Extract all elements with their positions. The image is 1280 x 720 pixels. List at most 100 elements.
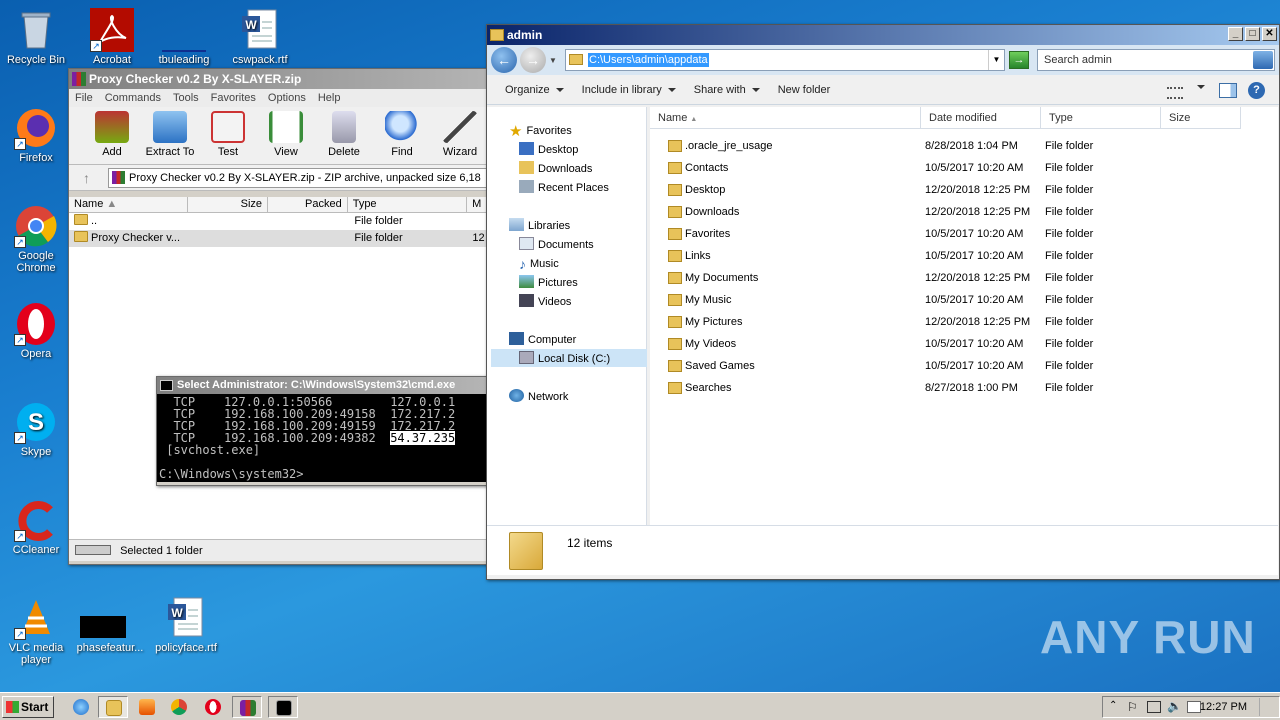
desktop-icon-chrome[interactable]: ↗ Google Chrome (0, 204, 72, 274)
add-button[interactable]: Add (83, 107, 141, 164)
desktop-icon-recycle-bin[interactable]: Recycle Bin (0, 8, 72, 66)
cmd-output[interactable]: TCP 127.0.0.1:50566 127.0.0.1 TCP 192.16… (157, 394, 489, 482)
nav-network[interactable]: Network (509, 388, 568, 406)
forward-button[interactable]: → (520, 47, 546, 73)
desktop-icon-policyface[interactable]: W policyface.rtf (150, 596, 222, 654)
explorer-titlebar[interactable]: admin _ □ ✕ (487, 25, 1279, 45)
tray-expand-icon[interactable]: ⌃ (1109, 700, 1117, 711)
file-row[interactable]: Links 10/5/2017 10:20 AM File folder (650, 245, 1278, 267)
col-type[interactable]: Type (348, 197, 468, 212)
menu-tools[interactable]: Tools (173, 89, 199, 107)
media-player-icon[interactable] (132, 696, 162, 718)
file-row[interactable]: My Pictures 12/20/2018 12:25 PM File folde… (650, 311, 1278, 333)
show-desktop-button[interactable] (1259, 698, 1277, 716)
chevron-down-icon[interactable]: ▼ (549, 56, 557, 65)
desktop-icon-opera[interactable]: ↗ Opera (0, 302, 72, 360)
nav-recent-places[interactable]: Recent Places (519, 179, 609, 197)
new-folder-button[interactable]: New folder (774, 84, 835, 96)
cmd-titlebar[interactable]: Select Administrator: C:\Windows\System3… (157, 377, 489, 394)
nav-pictures[interactable]: Pictures (519, 274, 578, 292)
nav-videos[interactable]: Videos (519, 293, 571, 311)
desktop-icon-skype[interactable]: S ↗ Skype (0, 400, 72, 458)
address-bar[interactable]: C:\Users\admin\appdata ▼ (565, 49, 1005, 71)
archive-path-box[interactable]: Proxy Checker v0.2 By X-SLAYER.zip - ZIP… (108, 167, 497, 188)
nav-favorites[interactable]: ★ Favorites (509, 122, 572, 140)
explorer-window[interactable]: admin _ □ ✕ ← → ▼ C:\Users\admin\appdata… (486, 24, 1280, 580)
flag-icon[interactable]: ⚐ (1127, 700, 1138, 714)
search-box[interactable]: Search admin (1037, 49, 1275, 71)
internet-explorer-icon[interactable] (66, 696, 96, 718)
nav-desktop[interactable]: Desktop (519, 141, 578, 159)
file-row[interactable]: Downloads 12/20/2018 12:25 PM File folder (650, 201, 1278, 223)
desktop-icon-ccleaner[interactable]: ↗ CCleaner (0, 498, 72, 556)
menu-file[interactable]: File (75, 89, 93, 107)
view-button[interactable]: View (257, 107, 315, 164)
back-button[interactable]: ← (491, 47, 517, 73)
winrar-icon[interactable] (232, 696, 262, 718)
file-row[interactable]: Searches 8/27/2018 1:00 PM File folder (650, 377, 1278, 399)
col-packed[interactable]: Packed (268, 197, 348, 212)
nav-music[interactable]: ♪ Music (519, 255, 559, 273)
cmd-window[interactable]: Select Administrator: C:\Windows\System3… (156, 376, 490, 486)
network-tray-icon[interactable] (1147, 701, 1161, 713)
col-header-name[interactable]: Name ▲ (650, 107, 921, 129)
go-button[interactable]: → (1009, 51, 1029, 69)
menu-commands[interactable]: Commands (105, 89, 161, 107)
help-icon[interactable]: ? (1248, 82, 1265, 99)
volume-icon[interactable]: 🔈 (1167, 699, 1182, 713)
desktop-icon-acrobat[interactable]: ↗ Acrobat (76, 8, 148, 66)
include-in-library-button[interactable]: Include in library (578, 84, 680, 96)
desktop-icon-vlc[interactable]: ↗ VLC media player (0, 596, 72, 666)
nav-computer[interactable]: Computer (509, 331, 576, 349)
minimize-button[interactable]: _ (1228, 27, 1243, 41)
extract-to-button[interactable]: Extract To (141, 107, 199, 164)
desktop-icon-tbuleading[interactable]: tbuleading (148, 8, 220, 66)
winrar-window[interactable]: Proxy Checker v0.2 By X-SLAYER.zip File … (68, 68, 498, 565)
close-button[interactable]: ✕ (1262, 27, 1277, 41)
up-arrow-icon[interactable]: ↑ (83, 170, 90, 186)
view-dropdown-icon[interactable] (1197, 85, 1205, 89)
desktop-icon-cswpack[interactable]: W cswpack.rtf (224, 8, 296, 66)
start-button[interactable]: Start (2, 696, 54, 718)
col-header-size[interactable]: Size (1161, 107, 1241, 129)
language-icon[interactable] (1187, 701, 1201, 713)
col-name[interactable]: Name ▲ (69, 197, 189, 212)
nav-libraries[interactable]: Libraries (509, 217, 570, 235)
explorer-icon[interactable] (98, 696, 128, 718)
list-item[interactable]: Proxy Checker v... File folder 12 (69, 230, 497, 247)
desktop-icon-phasefeatur[interactable]: phasefeatur... (74, 596, 146, 654)
chrome-icon[interactable] (164, 696, 194, 718)
test-button[interactable]: Test (199, 107, 257, 164)
col-size[interactable]: Size (188, 197, 269, 212)
winrar-titlebar[interactable]: Proxy Checker v0.2 By X-SLAYER.zip (69, 69, 497, 89)
col-header-type[interactable]: Type (1041, 107, 1161, 129)
file-row[interactable]: .oracle_jre_usage 8/28/2018 1:04 PM File f… (650, 135, 1278, 157)
address-dropdown-icon[interactable]: ▼ (988, 50, 1004, 70)
menu-options[interactable]: Options (268, 89, 306, 107)
cmd-icon[interactable] (268, 696, 298, 718)
file-row[interactable]: Favorites 10/5/2017 10:20 AM File folder (650, 223, 1278, 245)
desktop-icon-firefox[interactable]: ↗ Firefox (0, 106, 72, 164)
file-row[interactable]: My Music 10/5/2017 10:20 AM File folder (650, 289, 1278, 311)
organize-button[interactable]: Organize (501, 84, 568, 96)
search-input[interactable]: Search admin (1044, 54, 1112, 66)
nav-downloads[interactable]: Downloads (519, 160, 592, 178)
share-with-button[interactable]: Share with (690, 84, 764, 96)
file-row[interactable]: Saved Games 10/5/2017 10:20 AM File folder (650, 355, 1278, 377)
delete-button[interactable]: Delete (315, 107, 373, 164)
menu-favorites[interactable]: Favorites (211, 89, 256, 107)
menu-help[interactable]: Help (318, 89, 341, 107)
list-item[interactable]: .. File folder (69, 213, 497, 230)
col-header-date[interactable]: Date modified (921, 107, 1041, 129)
file-row[interactable]: My Documents 12/20/2018 12:25 PM File fold… (650, 267, 1278, 289)
file-row[interactable]: My Videos 10/5/2017 10:20 AM File folder (650, 333, 1278, 355)
opera-icon[interactable] (198, 696, 228, 718)
preview-pane-icon[interactable] (1219, 83, 1237, 98)
maximize-button[interactable]: □ (1245, 27, 1260, 41)
nav-documents[interactable]: Documents (519, 236, 594, 254)
clock[interactable]: 12:27 PM (1200, 701, 1247, 713)
view-options-icon[interactable] (1167, 87, 1183, 99)
wizard-button[interactable]: Wizard (431, 107, 489, 164)
file-row[interactable]: Contacts 10/5/2017 10:20 AM File folder (650, 157, 1278, 179)
search-icon[interactable] (1253, 51, 1273, 69)
